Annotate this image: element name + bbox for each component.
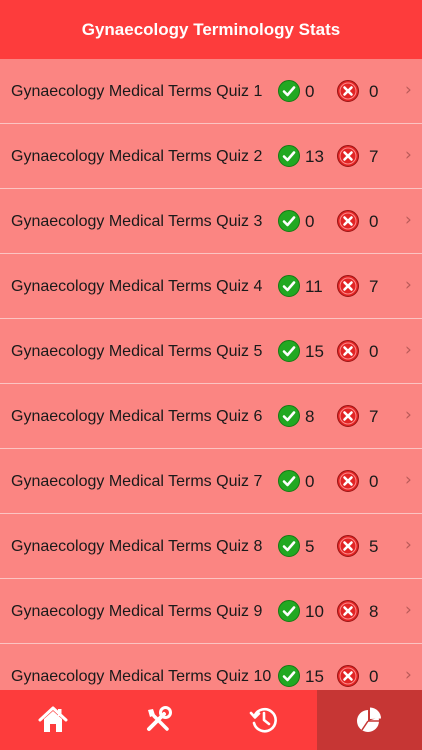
quiz-row-7[interactable]: Gynaecology Medical Terms Quiz 7 0 0 › <box>0 449 422 514</box>
quiz-row-10[interactable]: Gynaecology Medical Terms Quiz 10 15 0 › <box>0 644 422 690</box>
correct-count: 10 <box>305 602 324 621</box>
quiz-label: Gynaecology Medical Terms Quiz 5 <box>11 343 263 360</box>
quiz-label: Gynaecology Medical Terms Quiz 8 <box>11 538 263 555</box>
wrong-icon <box>337 600 359 622</box>
pie-chart-icon <box>357 707 382 732</box>
check-icon <box>278 470 300 492</box>
chevron-right-icon: › <box>405 275 412 295</box>
check-icon <box>278 210 300 232</box>
quiz-label: Gynaecology Medical Terms Quiz 7 <box>11 473 263 490</box>
wrong-count: 7 <box>369 277 379 296</box>
wrong-count: 0 <box>369 667 379 686</box>
chevron-right-icon: › <box>405 210 412 230</box>
wrong-icon <box>337 210 359 232</box>
tab-stats[interactable] <box>316 690 422 750</box>
check-icon <box>278 600 300 622</box>
chevron-right-icon: › <box>405 470 412 490</box>
wrong-count: 0 <box>369 82 379 101</box>
chevron-right-icon: › <box>405 145 412 165</box>
correct-count: 13 <box>305 147 324 166</box>
chevron-right-icon: › <box>405 340 412 360</box>
home-icon <box>38 706 68 732</box>
quiz-row-1[interactable]: Gynaecology Medical Terms Quiz 1 0 0 › <box>0 59 422 124</box>
tab-home[interactable] <box>0 690 106 750</box>
wrong-count: 5 <box>369 537 379 556</box>
check-icon <box>278 405 300 427</box>
quiz-row-2[interactable]: Gynaecology Medical Terms Quiz 2 13 7 › <box>0 124 422 189</box>
wrong-count: 8 <box>369 602 379 621</box>
check-icon <box>278 535 300 557</box>
quiz-row-4[interactable]: Gynaecology Medical Terms Quiz 4 11 7 › <box>0 254 422 319</box>
check-icon <box>278 275 300 297</box>
history-icon <box>249 707 277 733</box>
quiz-label: Gynaecology Medical Terms Quiz 2 <box>11 148 263 165</box>
correct-count: 15 <box>305 667 324 686</box>
wrong-count: 0 <box>369 212 379 231</box>
wrong-icon <box>337 665 359 687</box>
quiz-label: Gynaecology Medical Terms Quiz 4 <box>11 278 263 295</box>
chevron-right-icon: › <box>405 405 412 425</box>
wrong-icon <box>337 405 359 427</box>
wrong-icon <box>337 145 359 167</box>
quiz-label: Gynaecology Medical Terms Quiz 9 <box>11 603 263 620</box>
header: Gynaecology Terminology Stats <box>0 0 422 59</box>
tools-icon <box>147 706 173 731</box>
check-icon <box>278 145 300 167</box>
wrong-icon <box>337 470 359 492</box>
wrong-icon <box>337 340 359 362</box>
correct-count: 0 <box>305 472 315 491</box>
quiz-label: Gynaecology Medical Terms Quiz 3 <box>11 213 263 230</box>
quiz-row-5[interactable]: Gynaecology Medical Terms Quiz 5 15 0 › <box>0 319 422 384</box>
chevron-right-icon: › <box>405 600 412 620</box>
check-icon <box>278 340 300 362</box>
tab-tools[interactable] <box>106 690 212 750</box>
quiz-row-8[interactable]: Gynaecology Medical Terms Quiz 8 5 5 › <box>0 514 422 579</box>
correct-count: 8 <box>305 407 315 426</box>
wrong-count: 7 <box>369 147 379 166</box>
quiz-label: Gynaecology Medical Terms Quiz 1 <box>11 83 263 100</box>
quiz-row-9[interactable]: Gynaecology Medical Terms Quiz 9 10 8 › <box>0 579 422 644</box>
chevron-right-icon: › <box>405 535 412 555</box>
correct-count: 11 <box>305 277 323 296</box>
wrong-count: 0 <box>369 472 379 491</box>
chevron-right-icon: › <box>405 80 412 100</box>
wrong-icon <box>337 275 359 297</box>
correct-count: 15 <box>305 342 324 361</box>
wrong-count: 7 <box>369 407 379 426</box>
quiz-label: Gynaecology Medical Terms Quiz 10 <box>11 668 272 685</box>
correct-count: 5 <box>305 537 315 556</box>
check-icon <box>278 665 300 687</box>
quiz-row-6[interactable]: Gynaecology Medical Terms Quiz 6 8 7 › <box>0 384 422 449</box>
correct-count: 0 <box>305 82 315 101</box>
tab-bar <box>0 690 422 750</box>
page-title: Gynaecology Terminology Stats <box>81 19 341 39</box>
wrong-icon <box>337 80 359 102</box>
correct-count: 0 <box>305 212 315 231</box>
quiz-row-3[interactable]: Gynaecology Medical Terms Quiz 3 0 0 › <box>0 189 422 254</box>
wrong-icon <box>337 535 359 557</box>
quiz-stats-list[interactable]: Gynaecology Medical Terms Quiz 1 0 0 › G… <box>0 59 422 690</box>
chevron-right-icon: › <box>405 665 412 685</box>
tab-history[interactable] <box>211 690 317 750</box>
check-icon <box>278 80 300 102</box>
quiz-label: Gynaecology Medical Terms Quiz 6 <box>11 408 263 425</box>
wrong-count: 0 <box>369 342 379 361</box>
